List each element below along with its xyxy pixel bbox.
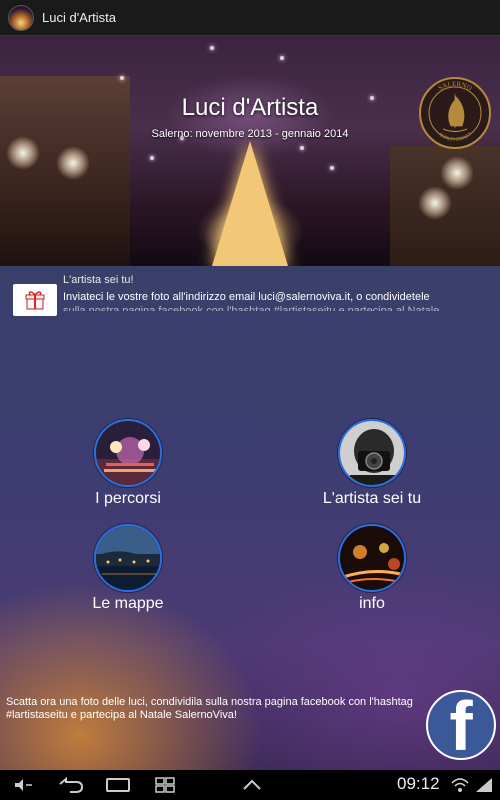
- percorsi-photo-icon: [94, 419, 162, 487]
- news-banner[interactable]: L'artista sei tu! Inviateci le vostre fo…: [0, 266, 500, 318]
- hero-christmas-tree: [212, 141, 288, 266]
- signal-icon: [476, 778, 492, 792]
- facebook-promo-text: Scatta ora una foto delle luci, condivid…: [6, 696, 413, 721]
- status-clock: 09:12: [397, 774, 440, 793]
- gift-icon: [13, 284, 57, 316]
- menu-label-mappe: Le mappe: [92, 595, 164, 612]
- app-titlebar: Luci d'Artista: [0, 0, 500, 36]
- hero-lamp: [56, 146, 90, 180]
- hero-light: [300, 146, 304, 150]
- facebook-icon: f: [449, 690, 473, 760]
- camera-photo-icon: [338, 419, 406, 487]
- system-navbar: 09:12: [0, 770, 500, 800]
- hero-light: [120, 76, 124, 80]
- hero-lamp: [418, 186, 452, 220]
- menu-item-info[interactable]: info: [297, 524, 447, 613]
- hero-light: [280, 56, 284, 60]
- recent-apps-icon[interactable]: [153, 776, 177, 794]
- hero-light: [330, 166, 334, 170]
- menu-label-info: info: [359, 595, 385, 612]
- salernoviva-logo: SALERNO AMALFI COAST: [419, 77, 491, 149]
- info-photo-icon: [338, 524, 406, 592]
- hero-lamp: [440, 156, 474, 190]
- news-title: L'artista sei tu!: [63, 274, 134, 286]
- back-icon[interactable]: [56, 776, 86, 794]
- menu-item-mappe[interactable]: Le mappe: [53, 524, 203, 613]
- hero-light: [150, 156, 154, 160]
- news-text-continued: sulla nostra pagina facebook con l'hasht…: [63, 305, 440, 311]
- map-photo-icon: [94, 524, 162, 592]
- menu-label-percorsi: I percorsi: [95, 490, 161, 507]
- app-title: Luci d'Artista: [42, 10, 117, 25]
- menu-label-artista: L'artista sei tu: [322, 490, 422, 507]
- hero-banner: Luci d'Artista Salerno: novembre 2013 - …: [0, 36, 500, 266]
- main-panel: L'artista sei tu! Inviateci le vostre fo…: [0, 266, 500, 770]
- home-icon[interactable]: [104, 776, 132, 794]
- hero-light: [210, 46, 214, 50]
- hero-lamp: [6, 136, 40, 170]
- wifi-icon: [451, 778, 469, 792]
- menu-item-artista[interactable]: L'artista sei tu: [297, 419, 447, 508]
- news-text: Inviateci le vostre foto all'indirizzo e…: [63, 291, 430, 303]
- app-icon: [8, 4, 34, 31]
- chevron-up-icon[interactable]: [240, 776, 264, 794]
- menu-item-percorsi[interactable]: I percorsi: [53, 419, 203, 508]
- volume-down-icon[interactable]: [12, 776, 36, 794]
- facebook-button[interactable]: f: [426, 690, 496, 760]
